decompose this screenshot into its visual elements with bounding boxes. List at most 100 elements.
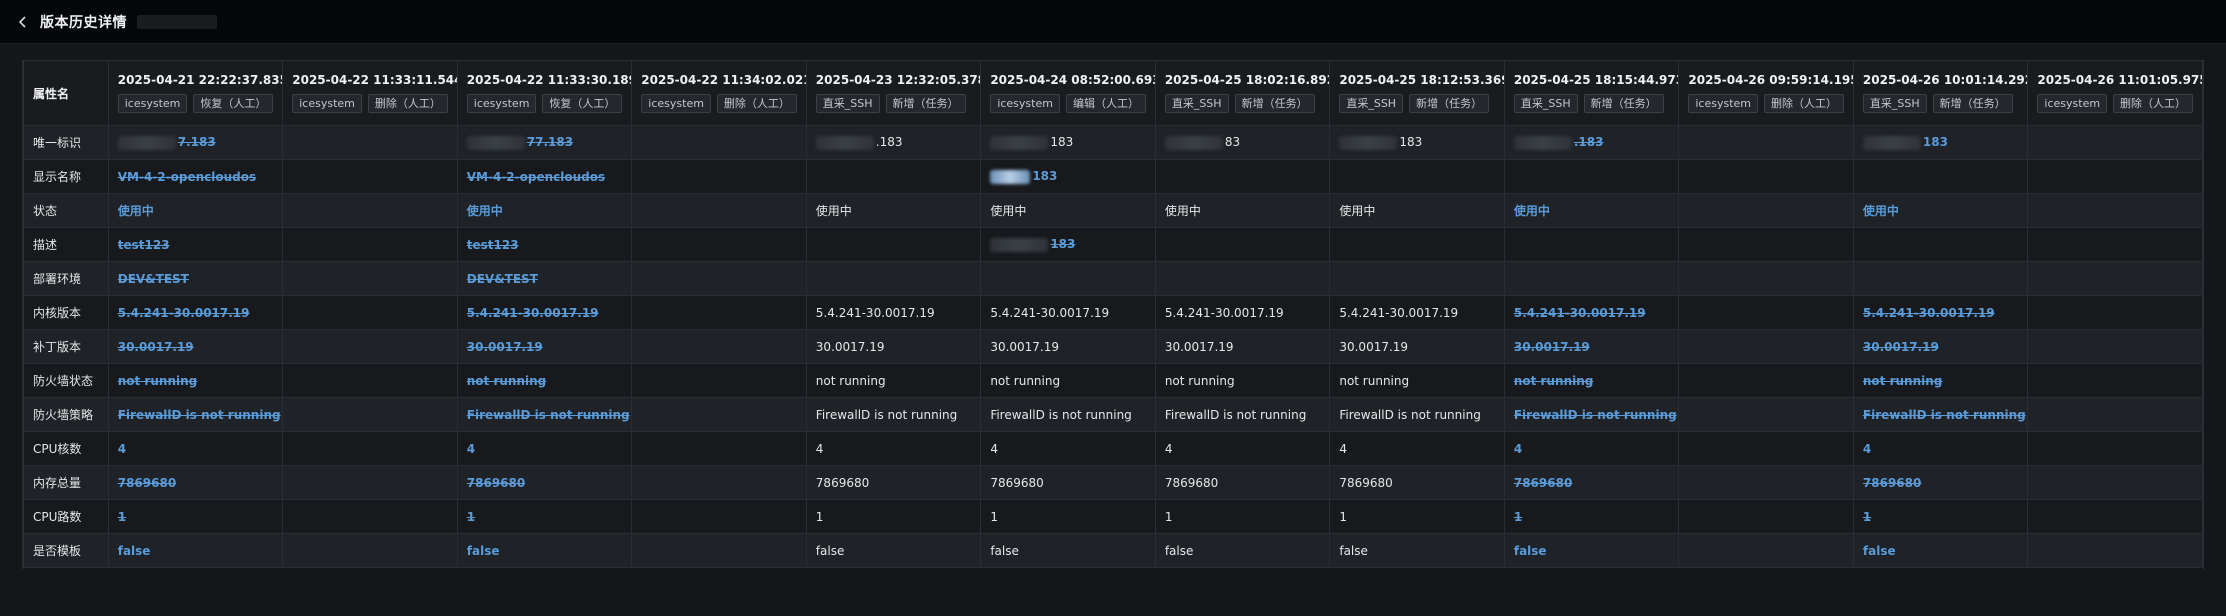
table-cell: 183 — [980, 227, 1156, 262]
table-cell — [805, 227, 982, 262]
table-row: 防火墙状态 not running not running not running no… — [23, 363, 2203, 398]
table-cell: not running — [1852, 363, 2029, 398]
table-row: 描述 test123 test123 183 — [23, 227, 2203, 262]
changed-value: FirewallD is not running — [1513, 407, 1677, 422]
changed-value: FirewallD is not running — [466, 407, 630, 422]
table-cell: 1 — [456, 499, 633, 534]
table-cell: 1 — [805, 499, 982, 534]
table-cell — [1678, 295, 1854, 330]
table-cell: 183 — [1852, 125, 2029, 160]
top-bar: 版本历史详情 — [0, 0, 2226, 44]
table-cell: 使用中 — [805, 193, 982, 228]
changed-value: not running — [117, 373, 198, 388]
table-cell — [1503, 159, 1680, 194]
table-cell — [631, 159, 807, 194]
attribute-name: 唯一标识 — [23, 125, 109, 160]
table-cell: 1 — [1503, 499, 1680, 534]
redacted-value — [990, 135, 1049, 150]
version-column-header: 2025-04-21 22:22:37.835 icesystem 恢复（人工） — [107, 60, 284, 126]
table-cell: 5.4.241-30.0017.19 — [1503, 295, 1680, 330]
table-cell: 7869680 — [1329, 465, 1505, 500]
cell-value: false — [1513, 543, 1547, 558]
table-cell: VM-4-2-opencloudos — [456, 159, 633, 194]
attribute-name: 内核版本 — [23, 295, 109, 330]
table-cell: false — [107, 533, 284, 568]
table-cell — [282, 295, 458, 330]
table-cell — [1154, 159, 1331, 194]
table-cell — [1678, 533, 1854, 568]
table-cell — [1678, 329, 1854, 364]
table-cell: 1 — [1329, 499, 1505, 534]
cell-value: 使用中 — [1164, 204, 1201, 218]
table-cell — [1329, 159, 1505, 194]
cell-value: false — [466, 543, 500, 558]
table-cell: FirewallD is not running — [980, 397, 1156, 432]
table-cell — [282, 193, 458, 228]
cell-value: not running — [815, 373, 886, 388]
table-cell — [1678, 261, 1854, 296]
source-tag: icesystem — [990, 94, 1060, 113]
version-tags: icesystem 编辑（人工） — [990, 94, 1146, 113]
cell-value: false — [1862, 543, 1896, 558]
changed-value: test123 — [466, 237, 519, 252]
table-row: 内核版本 5.4.241-30.0017.19 5.4.241-30.0017.19… — [23, 295, 2203, 330]
table-cell: 30.0017.19 — [805, 329, 982, 364]
table-cell — [2027, 363, 2203, 398]
changed-value: 7.183 — [177, 135, 216, 150]
version-column-header: 2025-04-26 11:01:05.975 icesystem 删除（人工） — [2027, 60, 2203, 126]
table-cell — [2027, 499, 2203, 534]
table-cell — [1852, 227, 2029, 262]
changed-value: .183 — [1573, 135, 1604, 150]
table-cell: 使用中 — [456, 193, 633, 228]
table-cell: not running — [107, 363, 284, 398]
table-cell: 30.0017.19 — [456, 329, 633, 364]
action-tag: 删除（人工） — [1764, 94, 1845, 113]
table-cell: 183 — [980, 125, 1156, 160]
page-title: 版本历史详情 — [40, 14, 127, 31]
cell-value: 使用中 — [1339, 204, 1376, 218]
redacted-value — [990, 237, 1049, 252]
changed-value: 7869680 — [466, 475, 526, 490]
changed-value: 30.0017.19 — [466, 339, 543, 354]
table-cell: 5.4.241-30.0017.19 — [1852, 295, 2029, 330]
attribute-name: 是否模板 — [23, 533, 109, 568]
changed-value: 5.4.241-30.0017.19 — [466, 305, 599, 320]
changed-value: 77.183 — [526, 135, 574, 150]
table-cell: 使用中 — [1329, 193, 1505, 228]
version-history-table: 属性名 2025-04-21 22:22:37.835 icesystem 恢复（人… — [23, 60, 2203, 568]
table-cell: 使用中 — [1154, 193, 1331, 228]
table-cell — [1503, 261, 1680, 296]
cell-value: 1 — [990, 509, 998, 524]
action-tag: 恢复（人工） — [193, 94, 274, 113]
cell-value: 4 — [1339, 441, 1347, 456]
cell-value: 4 — [1513, 441, 1523, 456]
table-cell — [282, 465, 458, 500]
table-cell — [631, 431, 807, 466]
version-history-table-container[interactable]: 属性名 2025-04-21 22:22:37.835 icesystem 恢复（人… — [22, 60, 2204, 570]
table-cell — [805, 261, 982, 296]
changed-value: 7869680 — [1513, 475, 1573, 490]
table-cell: false — [1852, 533, 2029, 568]
table-cell: 30.0017.19 — [1852, 329, 2029, 364]
cell-value: false — [815, 543, 845, 558]
table-cell — [2027, 295, 2203, 330]
version-column-header: 2025-04-22 11:33:11.544 icesystem 删除（人工） — [282, 60, 458, 126]
version-timestamp: 2025-04-22 11:34:02.021 — [641, 73, 807, 87]
table-cell: FirewallD is not running — [1329, 397, 1505, 432]
table-cell: 7869680 — [1154, 465, 1331, 500]
version-tags: icesystem 恢复（人工） — [466, 94, 623, 113]
table-cell: 83 — [1154, 125, 1331, 160]
chevron-left-icon[interactable] — [12, 11, 34, 33]
cell-value: false — [117, 543, 151, 558]
action-tag: 恢复（人工） — [542, 94, 623, 113]
table-cell: VM-4-2-opencloudos — [107, 159, 284, 194]
table-cell: not running — [456, 363, 633, 398]
table-cell: 7.183 — [107, 125, 284, 160]
source-tag: 直采_SSH — [1513, 94, 1578, 113]
table-header-row: 属性名 2025-04-21 22:22:37.835 icesystem 恢复（人… — [23, 60, 2203, 126]
table-cell — [1503, 227, 1680, 262]
table-cell: 30.0017.19 — [1329, 329, 1505, 364]
changed-value: 1 — [117, 509, 127, 524]
cell-value: not running — [990, 373, 1061, 388]
cell-value: 183 — [1399, 135, 1423, 150]
